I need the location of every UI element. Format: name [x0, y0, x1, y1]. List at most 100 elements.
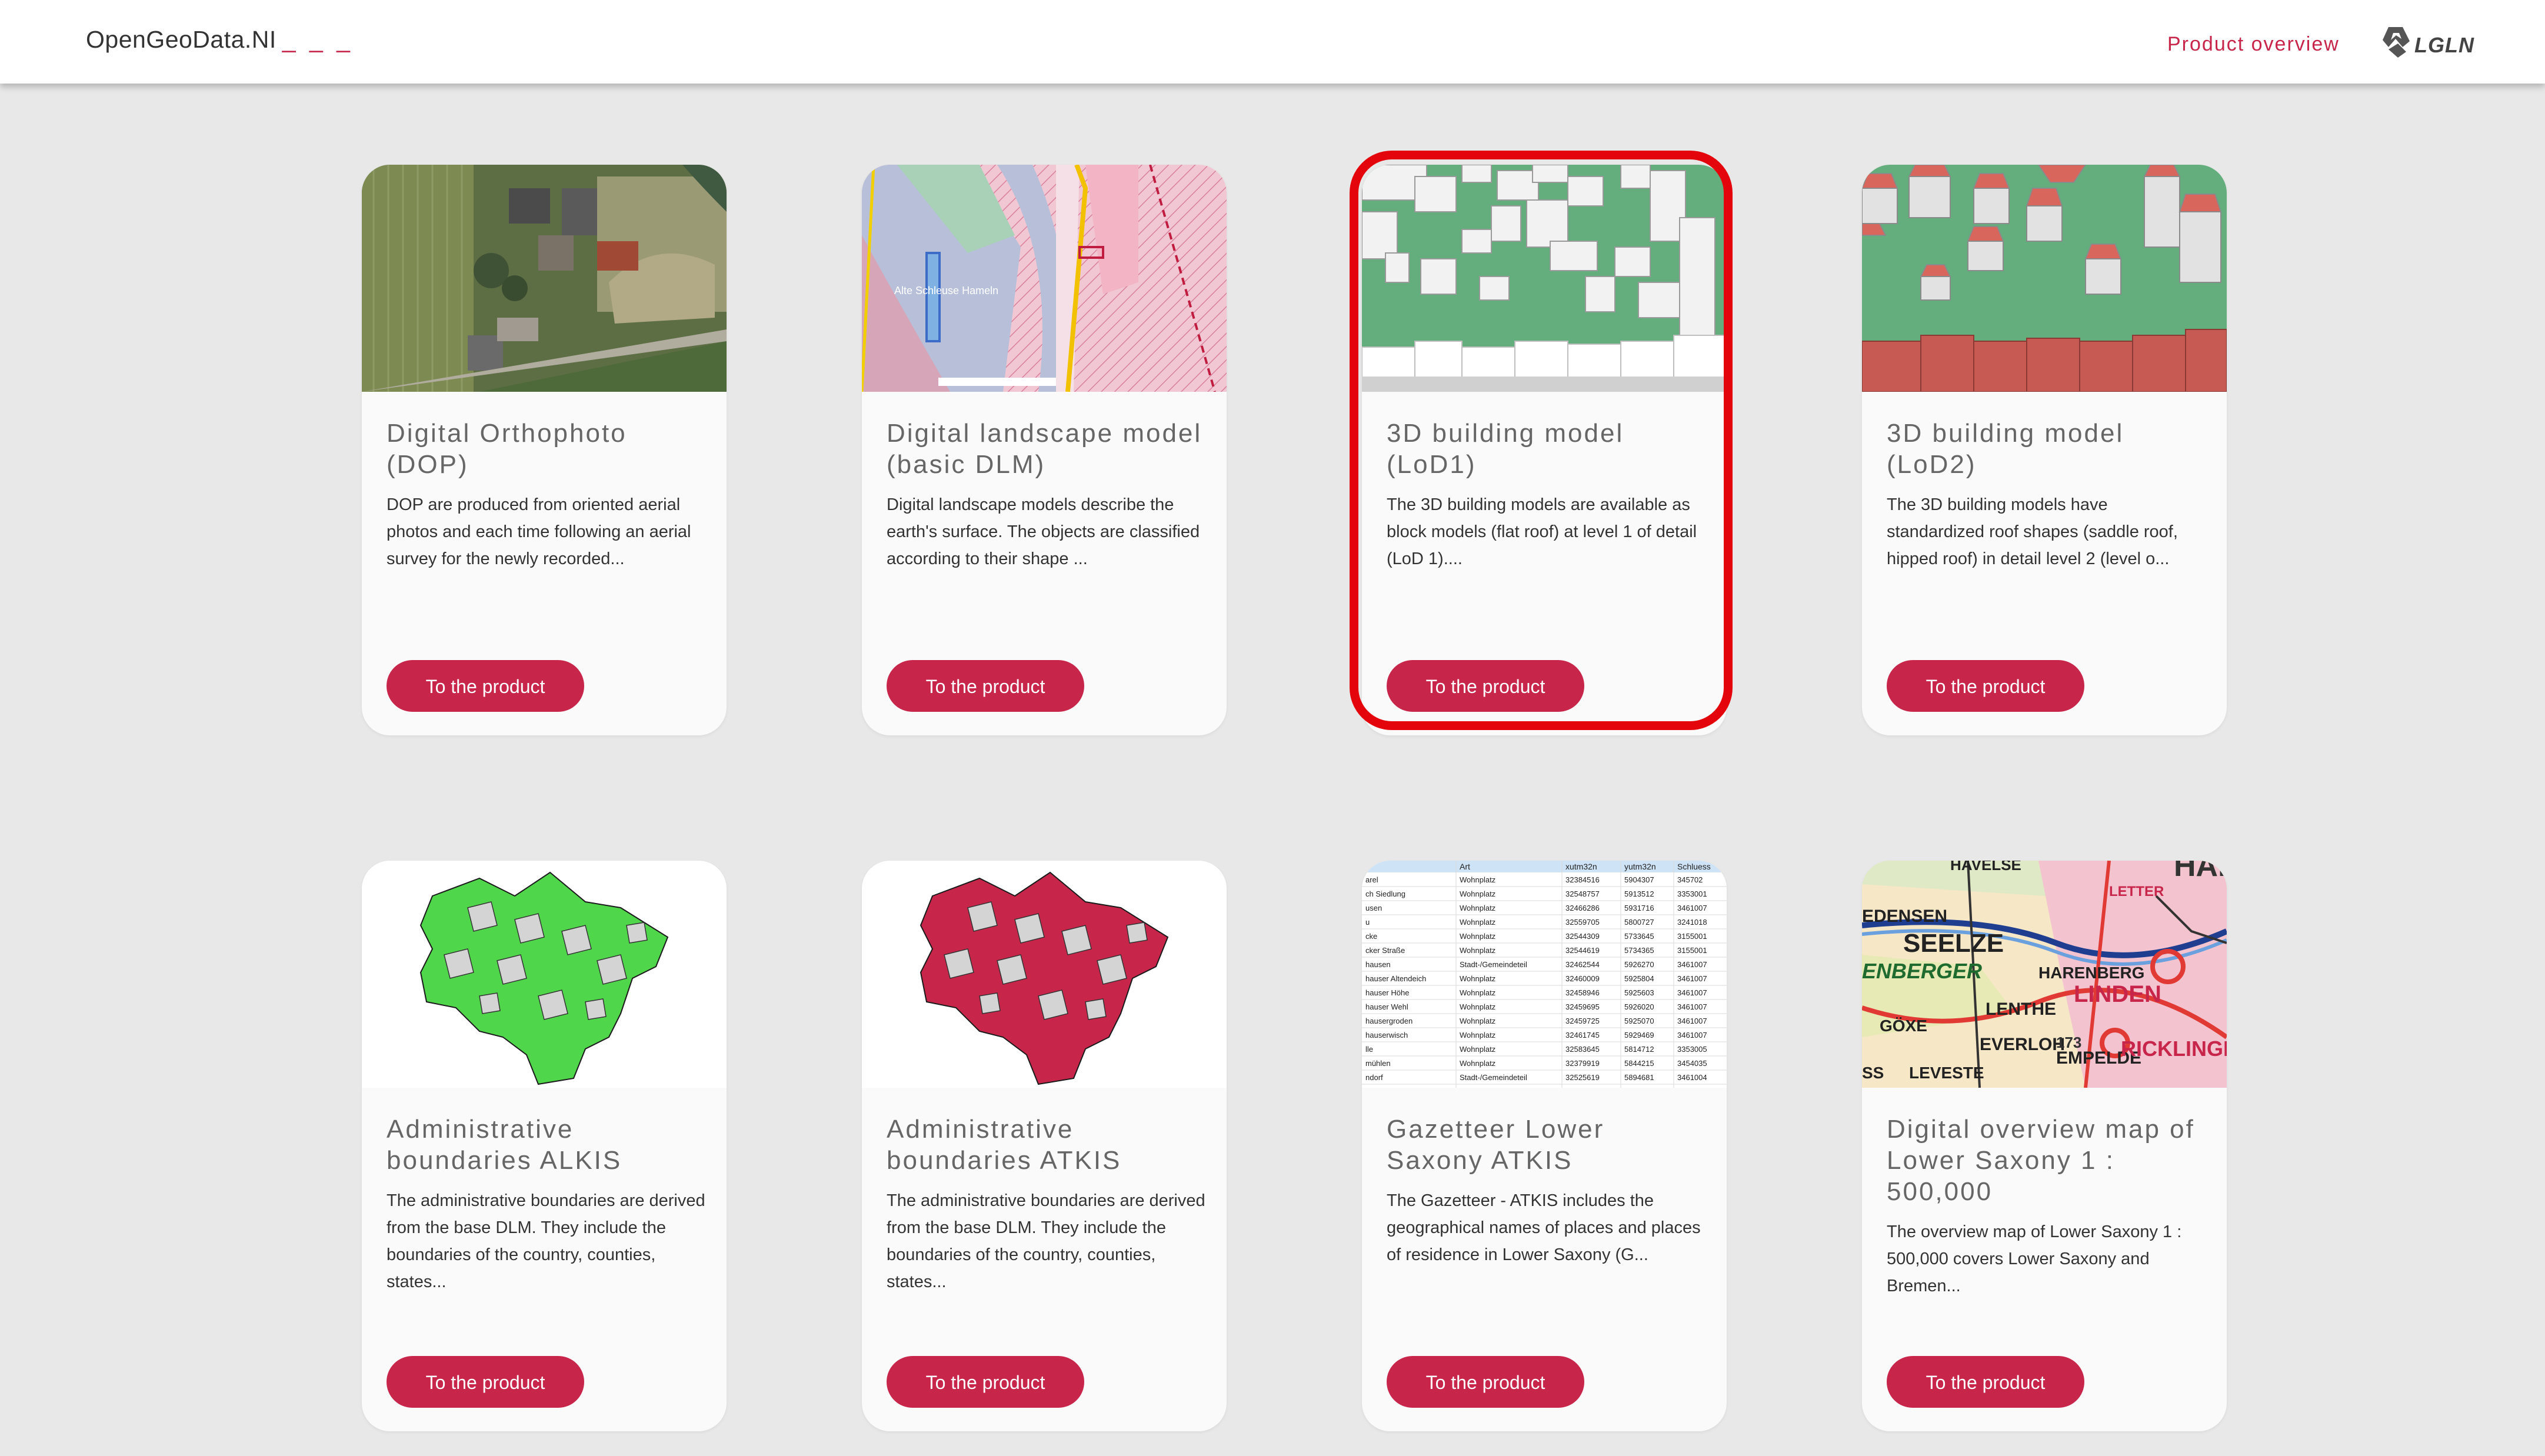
gazetteer-cell: Wohnplatz: [1460, 1045, 1495, 1054]
gazetteer-cell: cker Straße: [1365, 946, 1405, 955]
card-description: The administrative boundaries are derive…: [387, 1191, 705, 1291]
site-brand[interactable]: OpenGeoData.NI _ _ _: [86, 26, 354, 54]
logo-text: LGLN: [2414, 33, 2474, 57]
product-card-dop[interactable]: Digital Orthophoto (DOP) DOP are produce…: [362, 165, 727, 735]
to-the-product-button[interactable]: To the product: [387, 660, 584, 712]
gazetteer-cell: 32548757: [1565, 889, 1600, 898]
product-card-lod2[interactable]: 3D building model (LoD2) The 3D building…: [1862, 165, 2227, 735]
to-the-product-button[interactable]: To the product: [387, 1356, 584, 1408]
gazetteer-cell: 32379919: [1565, 1059, 1600, 1068]
gazetteer-cell: 3461004: [1677, 1073, 1707, 1082]
map-label-havelse: HAVELSE: [1950, 861, 2021, 874]
product-card-basic-dlm[interactable]: Alte Schleuse Hameln Digital landscape m…: [862, 165, 1227, 735]
product-overview-link[interactable]: Product overview: [2167, 33, 2340, 56]
boundary-map-red-image[interactable]: [862, 861, 1227, 1088]
aerial-photo-image[interactable]: [362, 165, 727, 392]
gazetteer-cell: 3454035: [1677, 1059, 1707, 1068]
gazetteer-cell: 5800727: [1624, 918, 1654, 927]
landscape-map-image[interactable]: Alte Schleuse Hameln: [862, 165, 1227, 392]
gazetteer-cell: 5926270: [1624, 960, 1654, 969]
card-title: Digital overview map of Lower Saxony 1 :…: [1887, 1115, 2195, 1206]
gazetteer-cell: 32466286: [1565, 904, 1600, 912]
map-label-seelze: SEELZE: [1903, 929, 2004, 958]
gazetteer-cell: 3461007: [1677, 1002, 1707, 1011]
product-card-overview-map[interactable]: HAVELSE HAN EDENSEN SEELZE ENBERGER HARE…: [1862, 861, 2227, 1431]
gazetteer-cell: hausen: [1365, 960, 1391, 969]
gazetteer-cell: hauser Höhe: [1365, 988, 1409, 997]
gazetteer-cell: ndorf: [1365, 1073, 1383, 1082]
gazetteer-cell: 32525619: [1565, 1073, 1600, 1082]
gazetteer-cell: cke: [1365, 932, 1377, 941]
lgln-logo[interactable]: LGLN: [2380, 24, 2492, 61]
gazetteer-cell: 345702: [1677, 875, 1703, 884]
gazetteer-cell: 32544619: [1565, 946, 1600, 955]
gazetteer-cell: 5925603: [1624, 988, 1654, 997]
lod1-model-image[interactable]: [1362, 165, 1727, 392]
gazetteer-cell: hauser Wehl: [1365, 1002, 1408, 1011]
gazetteer-cell: lle: [1365, 1045, 1373, 1054]
gazetteer-cell: 5734365: [1624, 946, 1654, 955]
gazetteer-cell: 3155001: [1677, 946, 1707, 955]
gazetteer-cell: 3461007: [1677, 904, 1707, 912]
brand-accent: _ _ _: [282, 26, 354, 53]
gazetteer-header-cell: Art: [1460, 862, 1470, 871]
gazetteer-cell: 32583645: [1565, 1045, 1600, 1054]
to-the-product-button[interactable]: To the product: [1887, 660, 2084, 712]
gazetteer-cell: 5894681: [1624, 1073, 1654, 1082]
gazetteer-cell: Wohnplatz: [1460, 946, 1495, 955]
to-the-product-button[interactable]: To the product: [887, 1356, 1084, 1408]
gazetteer-table-image[interactable]: e Art xutm32n yutm32n Schluess arel Wohnplatz 3…: [1362, 861, 1727, 1088]
map-label-enberger: ENBERGER: [1862, 959, 1982, 983]
card-title: 3D building model (LoD2): [1887, 419, 2124, 479]
gazetteer-cell: Wohnplatz: [1460, 1017, 1495, 1025]
map-label-han: HAN: [2174, 861, 2227, 883]
gazetteer-cell: 32458946: [1565, 988, 1600, 997]
gazetteer-header-cell: xutm32n: [1565, 862, 1597, 871]
gazetteer-cell: 5913512: [1624, 889, 1654, 898]
map-label-leveste: LEVESTE: [1909, 1064, 1984, 1082]
card-description: The 3D building models have standardized…: [1887, 495, 2178, 568]
boundary-map-green-image[interactable]: [362, 861, 727, 1088]
gazetteer-table-preview: e Art xutm32n yutm32n Schluess arel Wohnplatz 3…: [1362, 861, 1727, 1088]
card-description: The administrative boundaries are derive…: [887, 1191, 1205, 1291]
card-title: 3D building model (LoD1): [1387, 419, 1624, 479]
card-title: Administrative boundaries ALKIS: [387, 1115, 622, 1175]
to-the-product-button[interactable]: To the product: [1887, 1356, 2084, 1408]
map-label-linden: LINDEN: [2074, 981, 2161, 1007]
gazetteer-cell: 32544309: [1565, 932, 1600, 941]
gazetteer-cell: hausergroden: [1365, 1017, 1413, 1025]
product-card-alkis[interactable]: Administrative boundaries ALKIS The admi…: [362, 861, 727, 1431]
gazetteer-cell: usen: [1365, 904, 1382, 912]
map-label-ricklingen: RICKLINGEN: [2121, 1037, 2227, 1061]
gazetteer-cell: Wohnplatz: [1460, 918, 1495, 927]
card-title: Digital landscape model (basic DLM): [887, 419, 1202, 479]
to-the-product-button[interactable]: To the product: [1387, 660, 1584, 712]
lod2-model-image[interactable]: [1862, 165, 2227, 392]
gazetteer-cell: 3353001: [1677, 889, 1707, 898]
card-description: The Gazetteer - ATKIS includes the geogr…: [1387, 1191, 1701, 1264]
product-card-atkis-boundaries[interactable]: Administrative boundaries ATKIS The admi…: [862, 861, 1227, 1431]
gazetteer-cell: 5904307: [1624, 875, 1654, 884]
to-the-product-button[interactable]: To the product: [1387, 1356, 1584, 1408]
brand-name[interactable]: OpenGeoData.NI: [86, 26, 277, 53]
gazetteer-cell: 3241018: [1677, 918, 1707, 927]
map-label-letter: LETTER: [2109, 884, 2164, 899]
gazetteer-cell: 3353005: [1677, 1045, 1707, 1054]
to-the-product-button[interactable]: To the product: [887, 660, 1084, 712]
gazetteer-cell: 3461007: [1677, 1017, 1707, 1025]
card-description: The 3D building models are available as …: [1387, 495, 1697, 568]
gazetteer-cell: 5925804: [1624, 974, 1654, 983]
gazetteer-cell: 32384516: [1565, 875, 1600, 884]
gazetteer-cell: 5931716: [1624, 904, 1654, 912]
product-card-gazetteer[interactable]: e Art xutm32n yutm32n Schluess arel Wohnplatz 3…: [1362, 861, 1727, 1431]
product-card-lod1[interactable]: 3D building model (LoD1) The 3D building…: [1362, 165, 1727, 735]
overview-map-image[interactable]: HAVELSE HAN EDENSEN SEELZE ENBERGER HARE…: [1862, 861, 2227, 1088]
map-label-lenthe: LENTHE: [1986, 999, 2056, 1019]
gazetteer-cell: 5929469: [1624, 1031, 1654, 1039]
gazetteer-cell: 3461007: [1677, 960, 1707, 969]
gazetteer-cell: arel: [1365, 875, 1378, 884]
card-description: DOP are produced from oriented aerial ph…: [387, 495, 691, 568]
gazetteer-cell: 5925070: [1624, 1017, 1654, 1025]
map-place-label: Alte Schleuse Hameln: [894, 285, 998, 296]
gazetteer-cell: 32462544: [1565, 960, 1600, 969]
